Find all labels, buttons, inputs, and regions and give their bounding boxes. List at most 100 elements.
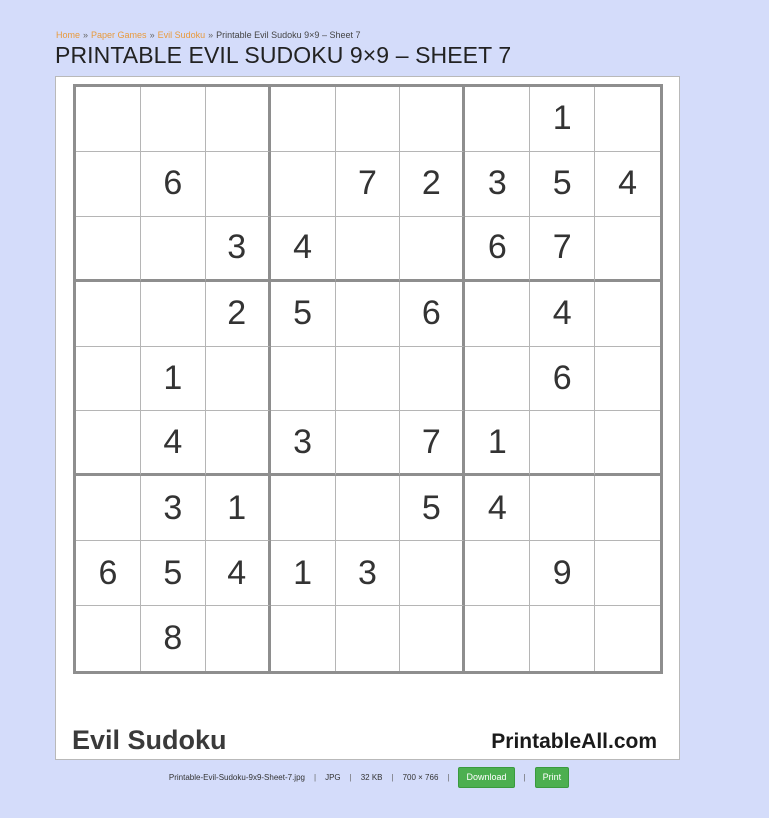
sudoku-cell [76,411,141,477]
sudoku-cell: 5 [270,281,336,347]
sudoku-cell: 8 [141,606,206,671]
breadcrumb-evil-sudoku-link[interactable]: Evil Sudoku [158,30,206,40]
breadcrumb-separator: » [149,30,155,40]
sudoku-cell [76,476,141,542]
sudoku-cell: 3 [205,216,271,282]
sudoku-cell [400,541,466,607]
file-info-separator: | [313,773,317,782]
file-info-separator: | [349,773,352,782]
sudoku-cell: 6 [76,541,141,607]
sudoku-cell [465,87,531,152]
sudoku-cell [400,606,466,671]
sudoku-cell [205,346,271,412]
download-button[interactable]: Download [458,767,515,788]
sudoku-cell [530,606,596,671]
file-format: JPG [325,773,341,782]
sudoku-cell [76,281,141,347]
sudoku-cell [336,606,401,671]
sudoku-cell: 4 [140,411,206,477]
sudoku-cell [335,87,401,152]
sudoku-cell: 4 [595,152,660,217]
sudoku-cell: 1 [530,87,596,152]
sudoku-cell: 6 [465,216,531,282]
sudoku-cell: 4 [465,476,531,542]
file-info-separator: | [447,773,450,782]
breadcrumb: Home» Paper Games» Evil Sudoku» Printable E… [56,30,360,40]
sudoku-cell [595,282,660,347]
sudoku-cell [205,151,271,217]
sudoku-cell: 1 [140,346,206,412]
sudoku-cell [140,87,206,152]
breadcrumb-separator: » [208,30,214,40]
sudoku-cell [595,347,660,412]
sudoku-cell [76,216,141,282]
sudoku-cell [76,87,141,152]
sudoku-cell [595,411,660,477]
sudoku-cell [140,281,206,347]
sudoku-cell [206,606,271,671]
sudoku-cell [595,87,660,152]
sudoku-cell [335,346,401,412]
sudoku-cell: 5 [140,541,206,607]
sudoku-cell [595,217,660,282]
sudoku-cell [465,346,531,412]
sudoku-cell [335,216,401,282]
file-dimensions: 700 × 766 [402,773,439,782]
breadcrumb-paper-games-link[interactable]: Paper Games [91,30,147,40]
sudoku-cell [530,476,596,542]
file-info-separator: | [523,773,526,782]
breadcrumb-home-link[interactable]: Home [56,30,80,40]
sudoku-cell [271,606,336,671]
print-button[interactable]: Print [534,767,570,788]
sudoku-cell [335,476,401,542]
sudoku-cell: 7 [400,411,466,477]
puzzle-caption: Evil Sudoku [72,725,227,755]
sudoku-cell: 1 [465,411,531,477]
sudoku-cell [270,346,336,412]
sudoku-cell: 4 [270,216,336,282]
file-size: 32 KB [360,773,383,782]
sudoku-cell [465,541,531,607]
sudoku-sheet-image: 16723543467256416437131546541398 Evil Su… [55,76,680,760]
sudoku-grid: 16723543467256416437131546541398 [73,84,663,674]
sudoku-cell [400,346,466,412]
sudoku-cell: 7 [530,216,596,282]
sudoku-cell [205,87,271,152]
sudoku-cell: 5 [530,151,596,217]
file-name: Printable-Evil-Sudoku-9x9-Sheet-7.jpg [168,773,305,782]
sudoku-cell: 2 [400,151,466,217]
sudoku-cell: 3 [465,151,531,217]
sudoku-cell: 4 [530,281,596,347]
sudoku-cell: 6 [140,151,206,217]
sudoku-cell [270,151,336,217]
sudoku-cell [76,346,141,412]
file-info-separator: | [391,773,394,782]
sudoku-cell [76,606,141,671]
sudoku-cell [595,476,660,542]
sudoku-cell: 9 [530,541,596,607]
sudoku-cell: 2 [205,281,271,347]
sudoku-cell [465,281,531,347]
sudoku-cell: 6 [400,281,466,347]
sudoku-cell [76,151,141,217]
sudoku-cell: 3 [270,411,336,477]
sudoku-cell [465,606,531,671]
sudoku-cell [205,411,271,477]
sudoku-cell [530,411,596,477]
sudoku-cell: 7 [335,151,401,217]
sudoku-cell [595,541,660,607]
sudoku-cell: 1 [205,476,271,542]
brand-watermark: PrintableAll.com [491,730,657,753]
file-info-bar: Printable-Evil-Sudoku-9x9-Sheet-7.jpg | … [0,767,738,788]
breadcrumb-current: Printable Evil Sudoku 9×9 – Sheet 7 [216,30,361,40]
sudoku-cell [270,87,336,152]
sudoku-cell [595,606,660,671]
sudoku-cell: 3 [335,541,401,607]
sudoku-cell: 4 [205,541,271,607]
breadcrumb-separator: » [83,30,89,40]
page-title: PRINTABLE EVIL SUDOKU 9×9 – SHEET 7 [55,42,512,68]
sudoku-cell [140,216,206,282]
sudoku-cell [335,281,401,347]
sudoku-cell: 1 [270,541,336,607]
sudoku-cell: 6 [530,346,596,412]
